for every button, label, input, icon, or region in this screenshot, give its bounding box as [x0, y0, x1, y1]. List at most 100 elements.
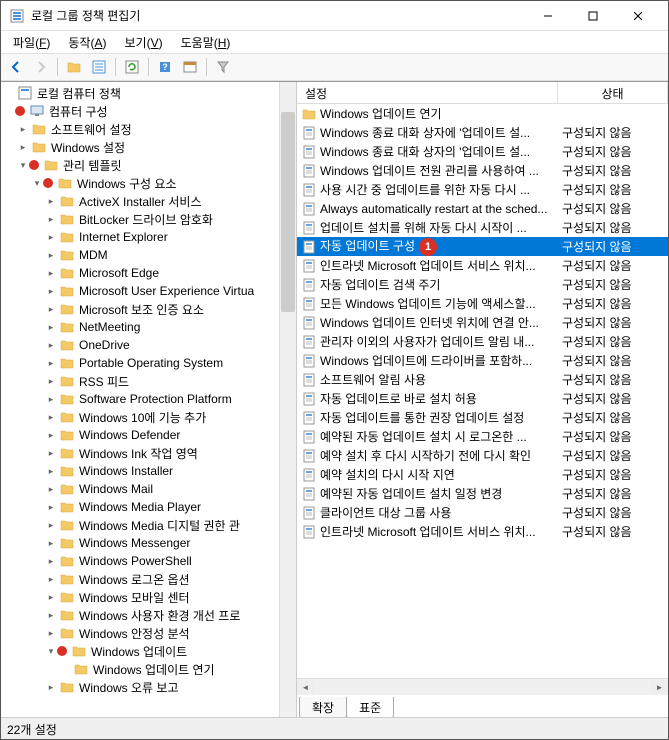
- list-row[interactable]: Always automatically restart at the sche…: [297, 199, 668, 218]
- tree-node[interactable]: ▸ Microsoft Edge: [3, 264, 294, 282]
- list-row[interactable]: 모든 Windows 업데이트 기능에 액세스할... 구성되지 않음: [297, 294, 668, 313]
- tree-toggle[interactable]: ▸: [45, 520, 57, 531]
- tree-node[interactable]: 로컬 컴퓨터 정책: [3, 84, 294, 102]
- tree-node[interactable]: ▸ Microsoft 보조 인증 요소: [3, 300, 294, 318]
- menu-view[interactable]: 보기(V): [117, 32, 171, 53]
- tree-toggle[interactable]: ▸: [17, 142, 29, 153]
- filter-button[interactable]: [212, 56, 234, 78]
- maximize-button[interactable]: [570, 2, 615, 30]
- tree-node[interactable]: ▸ Windows 로그온 옵션: [3, 570, 294, 588]
- list-hscrollbar[interactable]: ◄ ►: [297, 678, 668, 695]
- tree-toggle[interactable]: ▸: [45, 484, 57, 495]
- menu-file[interactable]: 파일(F): [5, 32, 58, 53]
- tree-scrollbar[interactable]: [279, 82, 296, 717]
- tree-toggle[interactable]: ▸: [45, 682, 57, 693]
- tree-toggle[interactable]: ▸: [45, 250, 57, 261]
- tree-toggle[interactable]: ▸: [45, 358, 57, 369]
- tree-node[interactable]: ▸ Windows Defender: [3, 426, 294, 444]
- tree-node[interactable]: ▸ Windows PowerShell: [3, 552, 294, 570]
- tree-toggle[interactable]: ▸: [45, 574, 57, 585]
- tree-toggle[interactable]: ▸: [45, 430, 57, 441]
- tree-node[interactable]: ▸ OneDrive: [3, 336, 294, 354]
- tree-toggle[interactable]: ▸: [45, 538, 57, 549]
- list-row[interactable]: 클라이언트 대상 그룹 사용 구성되지 않음: [297, 503, 668, 522]
- tree-toggle[interactable]: ▸: [45, 286, 57, 297]
- tree-toggle[interactable]: ▸: [45, 304, 57, 315]
- tree-toggle[interactable]: ▸: [45, 196, 57, 207]
- list-row[interactable]: 예약 설치 후 다시 시작하기 전에 다시 확인 구성되지 않음: [297, 446, 668, 465]
- tree-node[interactable]: ▸ 소프트웨어 설정: [3, 120, 294, 138]
- tree-toggle[interactable]: ▸: [45, 214, 57, 225]
- tab-standard[interactable]: 표준: [346, 697, 394, 717]
- tree-toggle[interactable]: ▾: [17, 160, 29, 171]
- tree-node[interactable]: ▸ Windows 10에 기능 추가: [3, 408, 294, 426]
- tree-node[interactable]: 컴퓨터 구성: [3, 102, 294, 120]
- tree-panel[interactable]: 로컬 컴퓨터 정책 컴퓨터 구성 ▸ 소프트웨어 설정 ▸ Windows 설정…: [1, 82, 297, 717]
- tree-node[interactable]: ▸ Windows 안정성 분석: [3, 624, 294, 642]
- list-row[interactable]: 예약된 자동 업데이트 설치 시 로그온한 ... 구성되지 않음: [297, 427, 668, 446]
- back-button[interactable]: [5, 56, 27, 78]
- tree-node[interactable]: ▸ Windows 오류 보고: [3, 678, 294, 696]
- tree-toggle[interactable]: ▸: [45, 232, 57, 243]
- tree-node[interactable]: ▸ Windows 설정: [3, 138, 294, 156]
- tree-node[interactable]: ▸ Internet Explorer: [3, 228, 294, 246]
- tree-toggle[interactable]: ▸: [45, 322, 57, 333]
- tree-toggle[interactable]: ▾: [45, 646, 57, 657]
- tree-node[interactable]: ▸ BitLocker 드라이브 암호화: [3, 210, 294, 228]
- list-row[interactable]: 관리자 이외의 사용자가 업데이트 알림 내... 구성되지 않음: [297, 332, 668, 351]
- tree-toggle[interactable]: ▸: [45, 412, 57, 423]
- hscroll-left[interactable]: ◄: [297, 680, 314, 695]
- tree-toggle[interactable]: ▸: [17, 124, 29, 135]
- column-status[interactable]: 상태: [558, 82, 668, 103]
- tree-node[interactable]: ▸ Windows Media 디지털 권한 관: [3, 516, 294, 534]
- tree-toggle[interactable]: ▸: [45, 592, 57, 603]
- tree-node[interactable]: ▸ NetMeeting: [3, 318, 294, 336]
- tree-node[interactable]: ▸ Portable Operating System: [3, 354, 294, 372]
- menu-help[interactable]: 도움말(H): [173, 32, 239, 53]
- list-row[interactable]: 예약 설치의 다시 시작 지연 구성되지 않음: [297, 465, 668, 484]
- tree-toggle[interactable]: ▸: [45, 268, 57, 279]
- list-row[interactable]: 소프트웨어 알림 사용 구성되지 않음: [297, 370, 668, 389]
- list-row[interactable]: 인트라넷 Microsoft 업데이트 서비스 위치... 구성되지 않음: [297, 522, 668, 541]
- refresh-button[interactable]: [121, 56, 143, 78]
- tree-node[interactable]: ▸ Windows 사용자 환경 개선 프로: [3, 606, 294, 624]
- column-setting[interactable]: 설정: [297, 82, 558, 103]
- tree-node[interactable]: ▾ Windows 구성 요소: [3, 174, 294, 192]
- tree-toggle[interactable]: ▸: [45, 340, 57, 351]
- tree-node[interactable]: ▸ Windows Messenger: [3, 534, 294, 552]
- tree-node[interactable]: Windows 업데이트 연기: [3, 660, 294, 678]
- export-button[interactable]: [179, 56, 201, 78]
- list-row[interactable]: 사용 시간 중 업데이트를 위한 자동 다시 ... 구성되지 않음: [297, 180, 668, 199]
- list-row[interactable]: 인트라넷 Microsoft 업데이트 서비스 위치... 구성되지 않음: [297, 256, 668, 275]
- list-row[interactable]: Windows 종료 대화 상자의 '업데이트 설... 구성되지 않음: [297, 142, 668, 161]
- tree-toggle[interactable]: ▸: [45, 394, 57, 405]
- tree-toggle[interactable]: ▸: [45, 448, 57, 459]
- help-button[interactable]: ?: [154, 56, 176, 78]
- tree-toggle[interactable]: ▸: [45, 556, 57, 567]
- up-button[interactable]: [63, 56, 85, 78]
- tree-node[interactable]: ▸ Windows Media Player: [3, 498, 294, 516]
- list-row[interactable]: 예약된 자동 업데이트 설치 일정 변경 구성되지 않음: [297, 484, 668, 503]
- tree-toggle[interactable]: ▸: [45, 502, 57, 513]
- list-row[interactable]: Windows 업데이트 전원 관리를 사용하여 ... 구성되지 않음: [297, 161, 668, 180]
- tree-toggle[interactable]: ▸: [45, 466, 57, 477]
- list-row[interactable]: 자동 업데이트로 바로 설치 허용 구성되지 않음: [297, 389, 668, 408]
- tab-extended[interactable]: 확장: [299, 697, 347, 717]
- hscroll-right[interactable]: ►: [651, 680, 668, 695]
- close-button[interactable]: [615, 2, 660, 30]
- tree-node[interactable]: ▸ Windows Ink 작업 영역: [3, 444, 294, 462]
- list-row[interactable]: 자동 업데이트 검색 주기 구성되지 않음: [297, 275, 668, 294]
- minimize-button[interactable]: [525, 2, 570, 30]
- tree-node[interactable]: ▸ Windows Installer: [3, 462, 294, 480]
- tree-node[interactable]: ▸ Software Protection Platform: [3, 390, 294, 408]
- tree-node[interactable]: ▸ ActiveX Installer 서비스: [3, 192, 294, 210]
- list-row[interactable]: Windows 업데이트 인터넷 위치에 연결 안... 구성되지 않음: [297, 313, 668, 332]
- list-row[interactable]: 자동 업데이트를 통한 권장 업데이트 설정 구성되지 않음: [297, 408, 668, 427]
- tree-node[interactable]: ▸ Windows 모바일 센터: [3, 588, 294, 606]
- list-row[interactable]: Windows 업데이트에 드라이버를 포함하... 구성되지 않음: [297, 351, 668, 370]
- tree-toggle[interactable]: ▾: [31, 178, 43, 189]
- tree-toggle[interactable]: ▸: [45, 628, 57, 639]
- list-row[interactable]: 자동 업데이트 구성1 구성되지 않음: [297, 237, 668, 256]
- tree-node[interactable]: ▸ RSS 피드: [3, 372, 294, 390]
- tree-scroll-thumb[interactable]: [281, 112, 295, 312]
